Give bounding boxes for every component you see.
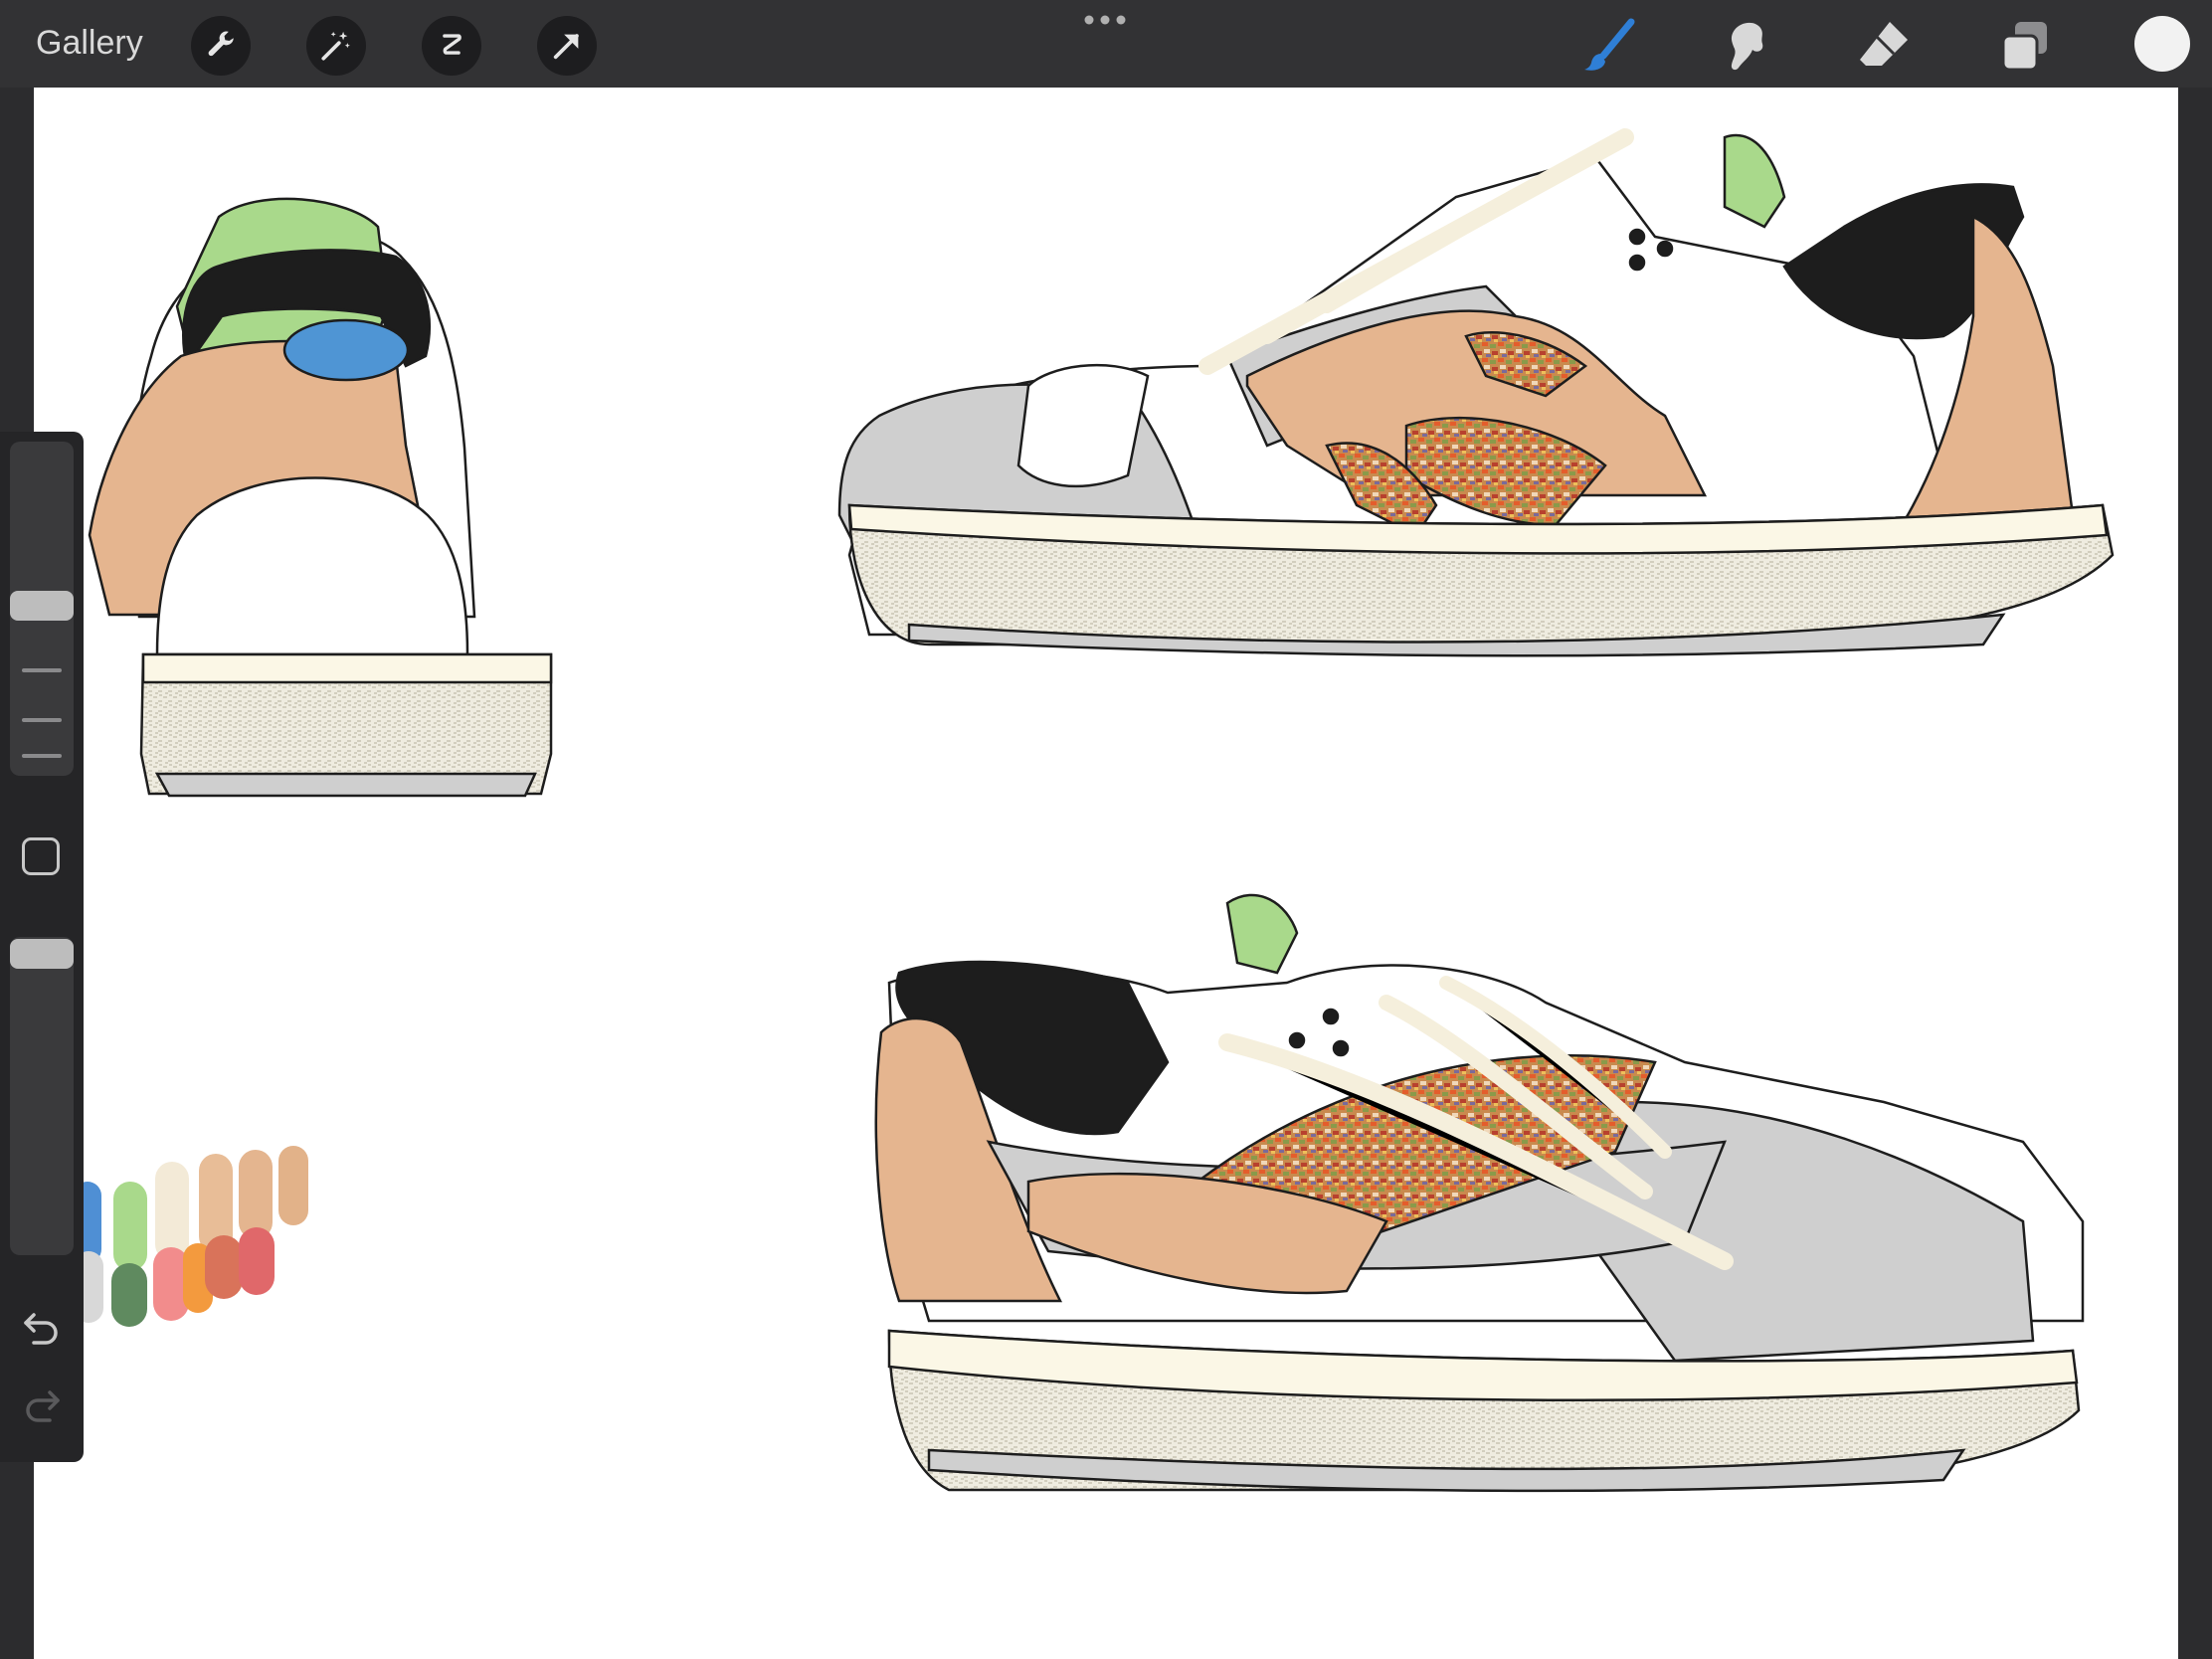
redo-icon	[26, 1390, 60, 1422]
sneaker-sketch-artwork	[74, 128, 2115, 1493]
layers-button[interactable]	[1993, 14, 2057, 78]
color-palette-swatches	[74, 1146, 308, 1327]
top-toolbar: Gallery	[0, 0, 2212, 88]
wrench-icon	[208, 31, 234, 57]
undo-button[interactable]	[20, 1307, 64, 1347]
brush-tool-button[interactable]	[1577, 14, 1641, 78]
opacity-slider-thumb[interactable]	[10, 939, 74, 969]
actions-button[interactable]	[191, 16, 251, 76]
eraser-icon	[1860, 22, 1908, 66]
brush-icon	[1584, 18, 1635, 71]
redo-button[interactable]	[20, 1384, 64, 1424]
gallery-button[interactable]: Gallery	[36, 18, 143, 68]
transform-arrow-icon	[553, 34, 579, 60]
more-options-button[interactable]	[1082, 12, 1128, 28]
left-sidebar	[0, 432, 84, 1462]
modify-button[interactable]	[22, 837, 60, 875]
opacity-slider[interactable]	[10, 937, 74, 1255]
adjustments-button[interactable]	[306, 16, 366, 76]
brush-size-slider-thumb[interactable]	[10, 591, 74, 621]
slider-tick	[22, 754, 62, 758]
magic-wand-icon	[321, 31, 350, 61]
sneaker-side-view-top	[837, 128, 2115, 657]
transform-button[interactable]	[537, 16, 597, 76]
smudge-tool-button[interactable]	[1715, 14, 1778, 78]
current-color-button[interactable]	[2134, 16, 2190, 72]
sneaker-back-view	[88, 197, 553, 798]
smudge-icon	[1731, 22, 1763, 71]
brush-size-slider[interactable]	[10, 442, 74, 776]
sneaker-side-view-bottom	[874, 893, 2085, 1493]
ellipsis-icon	[1084, 15, 1126, 25]
selection-button[interactable]	[422, 16, 481, 76]
slider-tick	[22, 718, 62, 722]
drawing-canvas[interactable]	[34, 88, 2178, 1659]
layers-icon	[2001, 22, 2047, 72]
slider-tick	[22, 668, 62, 672]
eraser-tool-button[interactable]	[1852, 14, 1916, 78]
undo-icon	[24, 1313, 58, 1345]
selection-icon	[443, 34, 461, 55]
